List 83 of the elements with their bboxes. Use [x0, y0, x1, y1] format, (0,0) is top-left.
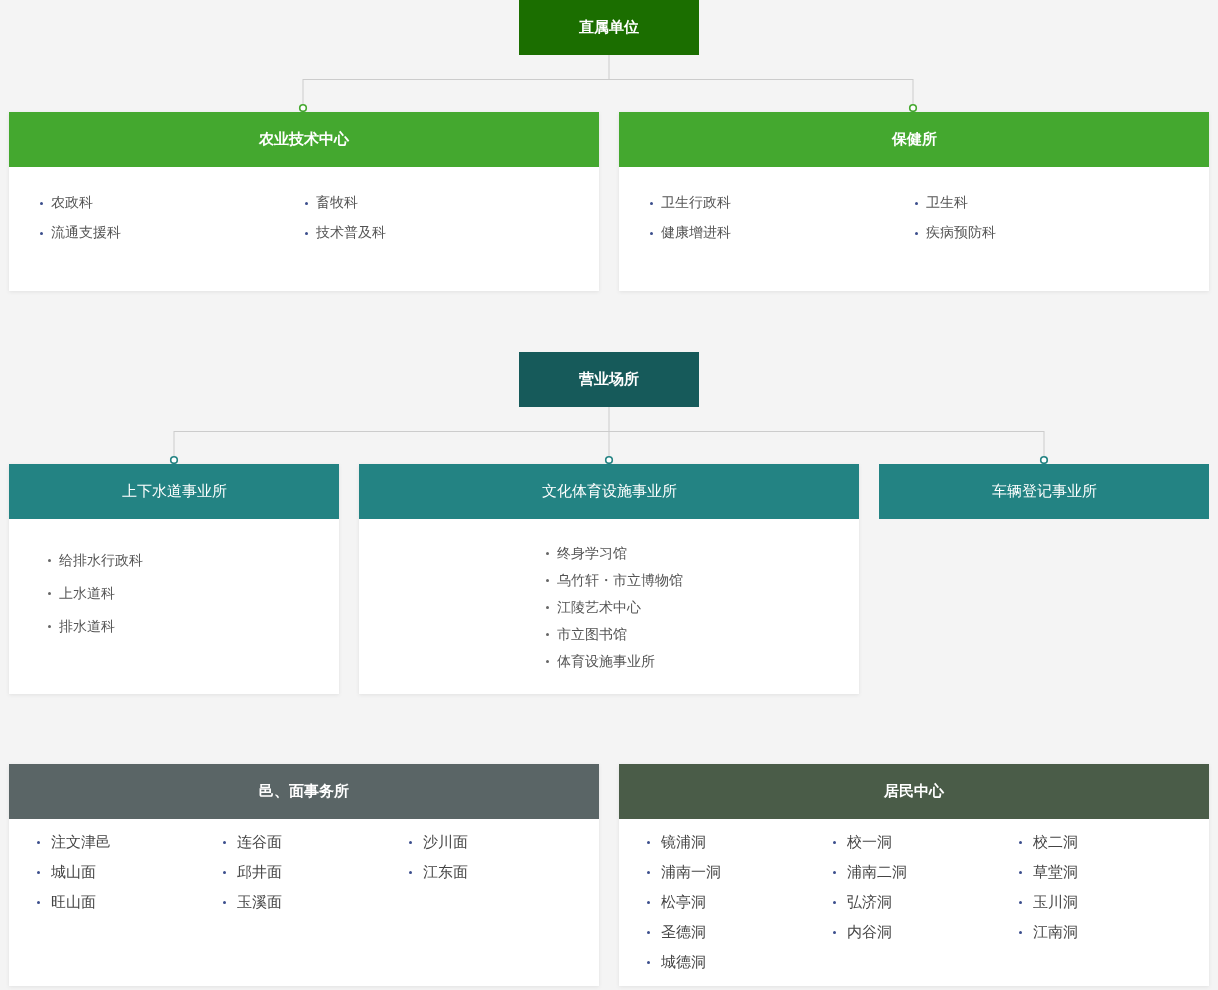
list-item: 乌竹轩・市立博物馆 [557, 571, 683, 590]
list-item: 玉川洞 [1033, 892, 1078, 912]
list-item: 城山面 [51, 862, 96, 882]
list-item: 浦南一洞 [661, 862, 721, 882]
list-item: 玉溪面 [237, 892, 282, 912]
list-item: 旺山面 [51, 892, 96, 912]
list-item: 农政科 [51, 194, 93, 212]
bullet-icon [409, 840, 412, 844]
bullet-icon [37, 870, 40, 874]
bullet-icon [48, 592, 51, 595]
list-item: 卫生科 [926, 194, 968, 212]
list-item: 连谷面 [237, 832, 282, 852]
bullet-icon [1019, 900, 1022, 904]
bullet-icon [833, 930, 836, 934]
bullet-icon [546, 606, 549, 609]
bullet-icon [546, 579, 549, 582]
bullet-icon [223, 840, 226, 844]
bullet-icon [223, 900, 226, 904]
bullet-icon [409, 870, 412, 874]
list-item: 市立图书馆 [557, 625, 627, 644]
bullet-icon [647, 870, 650, 874]
bullet-icon [1019, 930, 1022, 934]
unit-header: 邑、面事务所 [9, 764, 599, 819]
bullet-icon [915, 201, 918, 205]
list-item: 江陵艺术中心 [557, 598, 641, 617]
bullet-icon [223, 870, 226, 874]
bullet-icon [37, 900, 40, 904]
bullet-icon [915, 231, 918, 235]
list-item: 健康增进科 [661, 224, 731, 242]
bullet-icon [40, 231, 43, 235]
list-item: 圣德洞 [661, 922, 706, 942]
list-item: 草堂洞 [1033, 862, 1078, 882]
bullet-icon [650, 201, 653, 205]
list-item: 城德洞 [661, 952, 706, 972]
list-item: 技术普及科 [316, 224, 386, 242]
list-item: 校一洞 [847, 832, 892, 852]
list-item: 给排水行政科 [59, 551, 143, 570]
unit-header: 农业技术中心 [9, 112, 599, 167]
bullet-icon [647, 900, 650, 904]
bullet-icon [650, 231, 653, 235]
section-heading: 直属单位 [519, 0, 699, 55]
bullet-icon [647, 840, 650, 844]
bullet-icon [1019, 870, 1022, 874]
unit-header: 车辆登记事业所 [879, 464, 1209, 519]
bullet-icon [48, 559, 51, 562]
bullet-icon [37, 840, 40, 844]
list-item: 终身学习馆 [557, 544, 627, 563]
list-item: 邱井面 [237, 862, 282, 882]
bullet-icon [647, 960, 650, 964]
bullet-icon [833, 900, 836, 904]
bullet-icon [305, 231, 308, 235]
bullet-icon [1019, 840, 1022, 844]
list-item: 弘济洞 [847, 892, 892, 912]
list-item: 松亭洞 [661, 892, 706, 912]
list-item: 沙川面 [423, 832, 468, 852]
list-item: 镜浦洞 [661, 832, 706, 852]
bullet-icon [546, 552, 549, 555]
section-heading: 营业场所 [519, 352, 699, 407]
list-item: 流通支援科 [51, 224, 121, 242]
list-item: 江东面 [423, 862, 468, 882]
list-item: 上水道科 [59, 584, 115, 603]
list-item: 疾病预防科 [926, 224, 996, 242]
list-item: 卫生行政科 [661, 194, 731, 212]
bullet-icon [305, 201, 308, 205]
unit-header: 文化体育设施事业所 [359, 464, 859, 519]
unit-header: 居民中心 [619, 764, 1209, 819]
list-item: 浦南二洞 [847, 862, 907, 882]
bullet-icon [833, 870, 836, 874]
list-item: 体育设施事业所 [557, 652, 655, 671]
bullet-icon [647, 930, 650, 934]
list-item: 畜牧科 [316, 194, 358, 212]
bullet-icon [546, 660, 549, 663]
unit-header: 上下水道事业所 [9, 464, 339, 519]
bullet-icon [48, 625, 51, 628]
list-item: 内谷洞 [847, 922, 892, 942]
bullet-icon [546, 633, 549, 636]
list-item: 注文津邑 [51, 832, 111, 852]
list-item: 排水道科 [59, 617, 115, 636]
list-item: 校二洞 [1033, 832, 1078, 852]
bullet-icon [833, 840, 836, 844]
unit-header: 保健所 [619, 112, 1209, 167]
list-item: 江南洞 [1033, 922, 1078, 942]
bullet-icon [40, 201, 43, 205]
